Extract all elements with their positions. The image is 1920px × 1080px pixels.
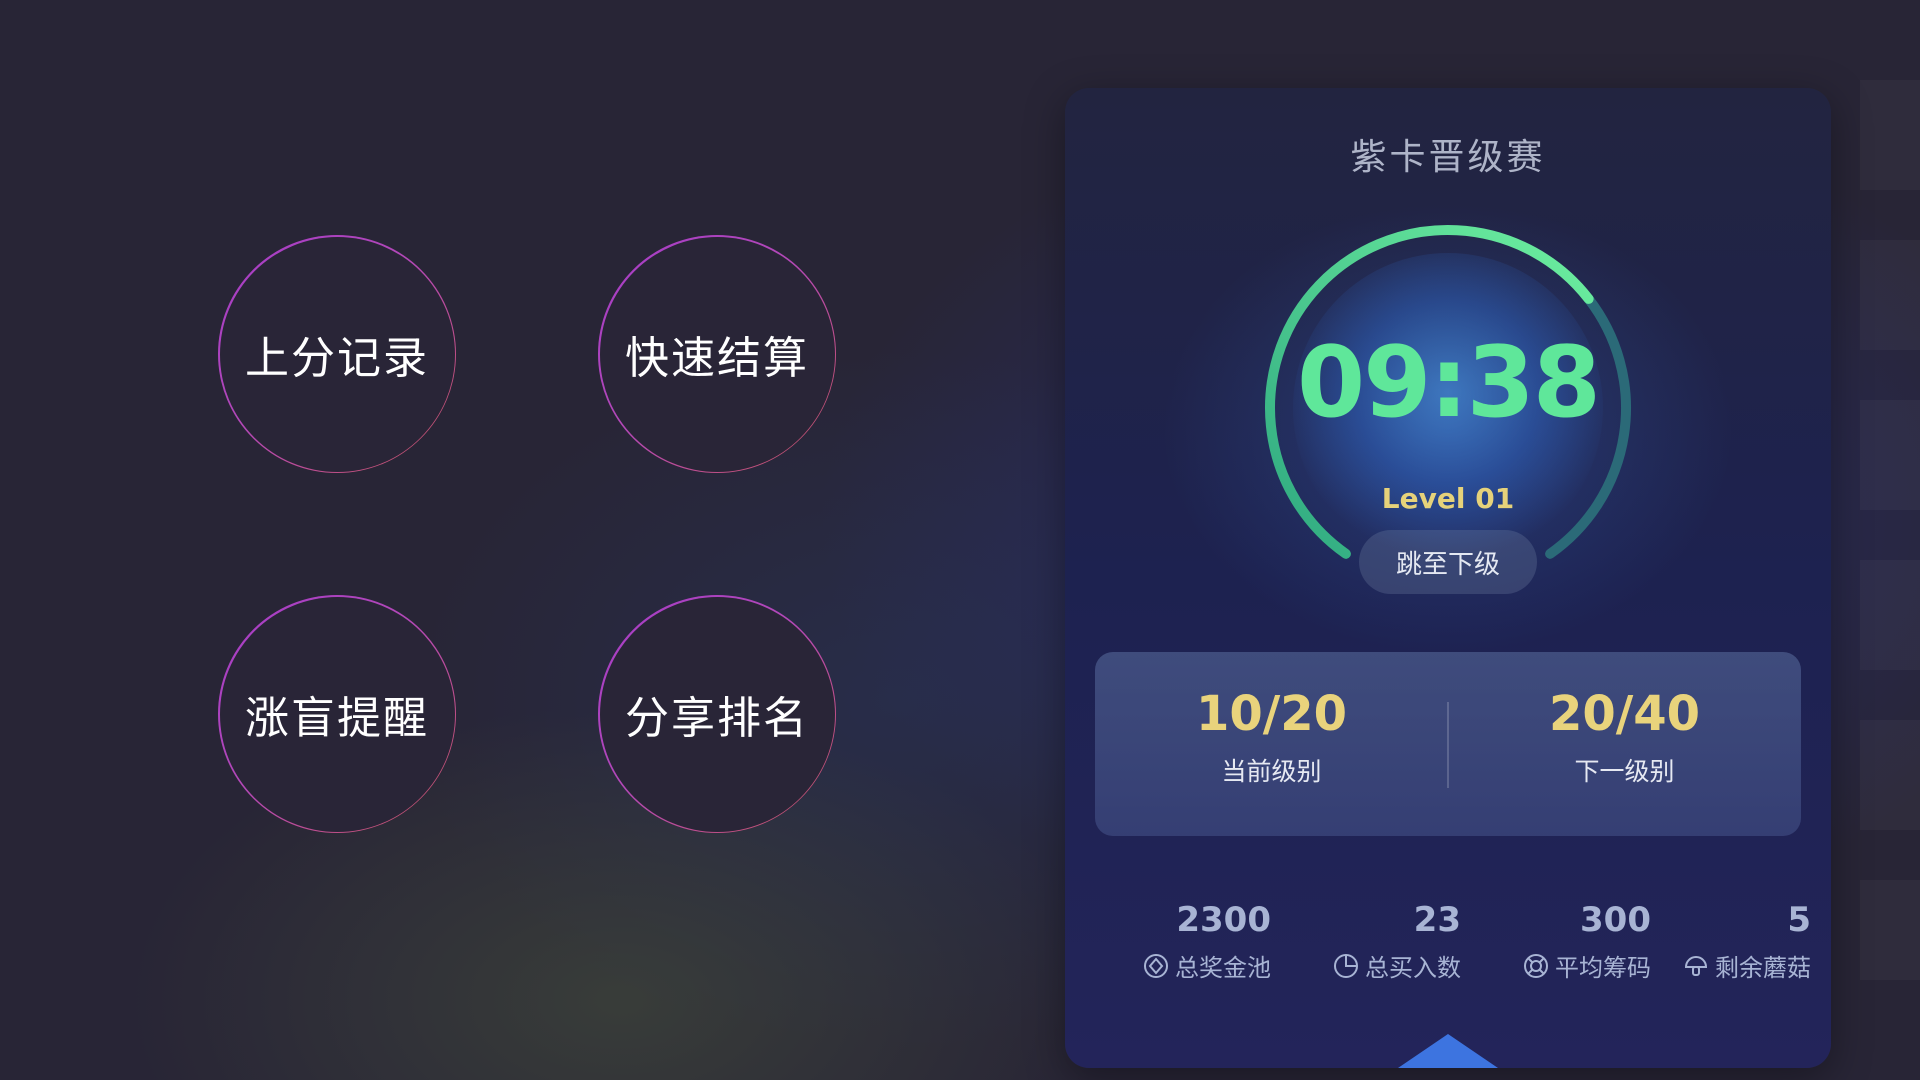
stat-remaining-players-value: 5 [1787, 900, 1811, 940]
timer-display: 09:38 [1297, 326, 1601, 440]
stat-prize-pool-value: 2300 [1176, 900, 1271, 940]
stat-total-buyins-label-row: 总买入数 [1333, 948, 1461, 983]
stat-average-chips: 300 平均筹码 [1471, 900, 1651, 1000]
stat-remaining-players: 5 剩余蘑菇 [1631, 900, 1811, 1000]
share-ranking-button[interactable]: 分享排名 [598, 595, 836, 833]
share-ranking-button-inner: 分享排名 [599, 596, 835, 832]
jump-next-level-button[interactable]: 跳至下级 [1359, 530, 1537, 594]
blind-up-reminder-button[interactable]: 涨盲提醒 [218, 595, 456, 833]
quick-settle-label: 快速结算 [625, 333, 809, 384]
blind-up-reminder-button-inner: 涨盲提醒 [219, 596, 455, 832]
score-record-label: 上分记录 [245, 333, 429, 384]
stat-prize-pool-label-row: 总奖金池 [1143, 948, 1271, 983]
next-level-label: 下一级别 [1574, 757, 1675, 786]
score-record-button[interactable]: 上分记录 [218, 235, 456, 473]
stat-prize-pool: 2300 总奖金池 [1091, 900, 1271, 1000]
current-level-label: 当前级别 [1221, 757, 1322, 786]
quick-settle-button[interactable]: 快速结算 [598, 235, 836, 473]
tournament-stats: 2300 总奖金池 23 总买入数 300 平均筹码 5 剩余蘑菇 [1091, 900, 1811, 1000]
quick-settle-button-inner: 快速结算 [599, 236, 835, 472]
score-record-button-inner: 上分记录 [219, 236, 455, 472]
pie-chart-icon [1334, 953, 1358, 978]
background-watermark [1860, 80, 1920, 980]
current-level-value: 10/20 [1195, 686, 1348, 742]
tournament-title: 紫卡晋级赛 [1350, 137, 1546, 178]
current-level: 10/20 当前级别 [1095, 652, 1448, 836]
chip-icon [1524, 953, 1548, 978]
expand-handle-icon[interactable] [1398, 1034, 1498, 1068]
blind-up-reminder-label: 涨盲提醒 [245, 693, 429, 744]
stat-total-buyins-label: 总买入数 [1365, 954, 1461, 982]
next-level: 20/40 下一级别 [1448, 652, 1801, 836]
level-summary: 10/20 当前级别 20/40 下一级别 [1095, 652, 1801, 836]
stat-total-buyins: 23 总买入数 [1281, 900, 1461, 1000]
next-level-value: 20/40 [1548, 686, 1701, 742]
blind-level: Level 01 [1381, 482, 1515, 515]
prize-pool-icon [1144, 953, 1168, 978]
mushroom-icon [1684, 955, 1708, 976]
stat-remaining-players-label-row: 剩余蘑菇 [1683, 948, 1811, 983]
share-ranking-label: 分享排名 [625, 693, 809, 744]
stat-remaining-players-label: 剩余蘑菇 [1715, 954, 1811, 982]
stat-total-buyins-value: 23 [1413, 900, 1461, 940]
tournament-panel: 紫卡晋级赛 09:38 Level 01 跳至下级 10/20 当前级别 20/… [1065, 88, 1831, 1068]
stat-prize-pool-label: 总奖金池 [1175, 954, 1271, 982]
